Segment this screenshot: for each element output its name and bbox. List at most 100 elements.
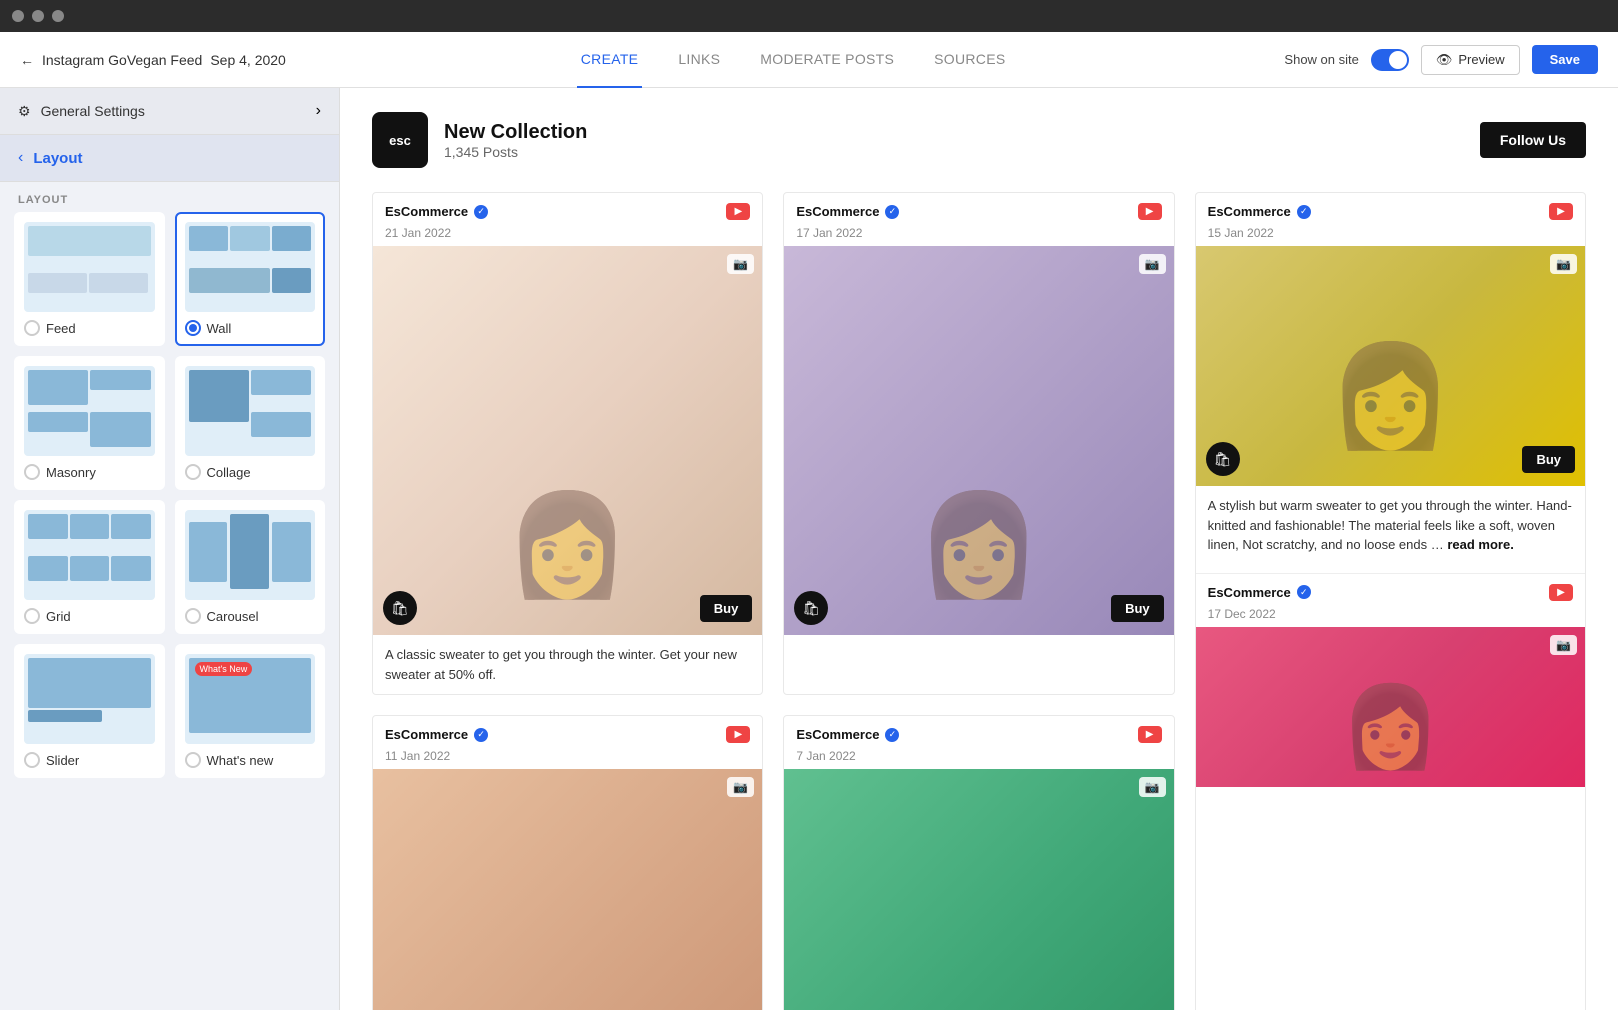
youtube-icon-6[interactable]: ▶ (1549, 584, 1573, 601)
layout-name-slider: Slider (46, 753, 79, 768)
layout-thumb-collage (185, 366, 316, 456)
post-card-1: EsCommerce ✓ ▶ 21 Jan 2022 📷 🛍 Buy 👩 A c… (372, 192, 763, 695)
layout-radio-wall (185, 320, 201, 336)
titlebar (0, 0, 1618, 32)
post-image-2: 📷 🛍 Buy 👩 (784, 246, 1173, 635)
layout-option-masonry[interactable]: Masonry (14, 356, 165, 490)
post-author-2: EsCommerce (796, 204, 879, 219)
tab-links[interactable]: LINKS (674, 32, 724, 88)
cart-icon-2[interactable]: 🛍 (794, 591, 828, 625)
camera-icon-2: 📷 (1139, 254, 1166, 274)
layout-thumb-grid (24, 510, 155, 600)
sidebar: ⚙ General Settings › ‹ Layout LAYOUT (0, 88, 340, 1010)
preview-button[interactable]: 👁 Preview (1421, 45, 1520, 75)
layout-name-carousel: Carousel (207, 609, 259, 624)
layout-label: Layout (33, 150, 82, 167)
youtube-icon-1[interactable]: ▶ (726, 203, 750, 220)
topnav-right: Show on site 👁 Preview Save (1284, 45, 1598, 75)
layout-radio-slider (24, 752, 40, 768)
camera-icon-6: 📷 (1550, 635, 1577, 655)
feed-title-label: Instagram GoVegan Feed (42, 52, 202, 68)
read-more-3[interactable]: read more. (1447, 537, 1513, 552)
layout-option-grid[interactable]: Grid (14, 500, 165, 634)
post-card-2: EsCommerce ✓ ▶ 17 Jan 2022 📷 🛍 Buy 👩 (783, 192, 1174, 695)
camera-icon-5: 📷 (1139, 777, 1166, 797)
post-header-5: EsCommerce ✓ ▶ (784, 716, 1173, 749)
chevron-left-icon: ‹ (18, 149, 23, 167)
verified-icon-3: ✓ (1297, 205, 1311, 219)
chevron-right-icon: › (316, 102, 321, 120)
layout-name-wall: Wall (207, 321, 232, 336)
feed-header: esc New Collection 1,345 Posts Follow Us (372, 112, 1586, 168)
person-figure-3: 👩 (1328, 346, 1453, 446)
layout-option-feed[interactable]: Feed (14, 212, 165, 346)
cart-icon-1[interactable]: 🛍 (383, 591, 417, 625)
layout-name-whatsnew: What's new (207, 753, 274, 768)
post-caption-3: A stylish but warm sweater to get you th… (1196, 486, 1585, 565)
youtube-icon-4[interactable]: ▶ (726, 726, 750, 743)
layout-radio-masonry (24, 464, 40, 480)
post-image-3: 📷 🛍 Buy 👩 (1196, 246, 1585, 486)
layout-thumb-feed (24, 222, 155, 312)
post-author-4: EsCommerce (385, 727, 468, 742)
layout-option-whatsnew[interactable]: What's New What's new (175, 644, 326, 778)
person-figure-6: 👩 (1341, 687, 1441, 767)
general-settings-item[interactable]: ⚙ General Settings › (0, 88, 339, 135)
tab-moderate[interactable]: MODERATE POSTS (756, 32, 898, 88)
post-date-6: 17 Dec 2022 (1196, 607, 1585, 627)
post-author-5: EsCommerce (796, 727, 879, 742)
youtube-icon-5[interactable]: ▶ (1138, 726, 1162, 743)
content-area: esc New Collection 1,345 Posts Follow Us… (340, 88, 1618, 1010)
follow-button[interactable]: Follow Us (1480, 122, 1586, 158)
buy-button-2[interactable]: Buy (1111, 595, 1164, 622)
feed-date-label: Sep 4, 2020 (210, 52, 286, 68)
feed-title: New Collection (444, 121, 1464, 144)
layout-option-carousel[interactable]: Carousel (175, 500, 326, 634)
layout-radio-collage (185, 464, 201, 480)
layout-option-wall[interactable]: Wall (175, 212, 326, 346)
post-author-3: EsCommerce (1208, 204, 1291, 219)
post-date-3: 15 Jan 2022 (1196, 226, 1585, 246)
post-header-3: EsCommerce ✓ ▶ (1196, 193, 1585, 226)
layout-radio-whatsnew (185, 752, 201, 768)
post-date-1: 21 Jan 2022 (373, 226, 762, 246)
layout-name-collage: Collage (207, 465, 251, 480)
layout-thumb-slider (24, 654, 155, 744)
verified-icon-6: ✓ (1297, 585, 1311, 599)
post-image-1: 📷 🛍 Buy 👩 (373, 246, 762, 635)
layout-name-grid: Grid (46, 609, 71, 624)
post-image-4: 📷 👩 (373, 769, 762, 1010)
post-header-1: EsCommerce ✓ ▶ (373, 193, 762, 226)
show-site-toggle[interactable] (1371, 49, 1409, 71)
layout-thumb-whatsnew: What's New (185, 654, 316, 744)
person-figure-1: 👩 (505, 495, 630, 595)
layout-option-collage[interactable]: Collage (175, 356, 326, 490)
camera-icon-4: 📷 (727, 777, 754, 797)
back-arrow-icon: ← (20, 52, 34, 68)
save-button[interactable]: Save (1532, 45, 1598, 74)
buy-button-1[interactable]: Buy (700, 595, 753, 622)
cart-icon-3[interactable]: 🛍 (1206, 442, 1240, 476)
main-layout: ⚙ General Settings › ‹ Layout LAYOUT (0, 88, 1618, 1010)
tab-sources[interactable]: SOURCES (930, 32, 1009, 88)
topnav: ← Instagram GoVegan Feed Sep 4, 2020 CRE… (0, 32, 1618, 88)
youtube-icon-2[interactable]: ▶ (1138, 203, 1162, 220)
post-image-6: 📷 👩 (1196, 627, 1585, 787)
layout-option-slider[interactable]: Slider (14, 644, 165, 778)
back-button[interactable]: ← Instagram GoVegan Feed Sep 4, 2020 (20, 52, 286, 68)
buy-button-3[interactable]: Buy (1522, 446, 1575, 473)
verified-icon-1: ✓ (474, 205, 488, 219)
post-header-2: EsCommerce ✓ ▶ (784, 193, 1173, 226)
verified-icon-5: ✓ (885, 728, 899, 742)
youtube-icon-3[interactable]: ▶ (1549, 203, 1573, 220)
tab-create[interactable]: CREATE (577, 32, 643, 88)
post-image-5: 📷 👩 (784, 769, 1173, 1010)
layout-name-feed: Feed (46, 321, 76, 336)
layout-nav-item[interactable]: ‹ Layout (0, 135, 339, 182)
layout-radio-carousel (185, 608, 201, 624)
layout-section-label: LAYOUT (0, 182, 339, 212)
eye-icon: 👁 (1436, 52, 1453, 68)
post-card-4: EsCommerce ✓ ▶ 11 Jan 2022 📷 👩 (372, 715, 763, 1010)
post-card-5: EsCommerce ✓ ▶ 7 Jan 2022 📷 👩 (783, 715, 1174, 1010)
topnav-tabs: CREATE LINKS MODERATE POSTS SOURCES (302, 32, 1285, 88)
